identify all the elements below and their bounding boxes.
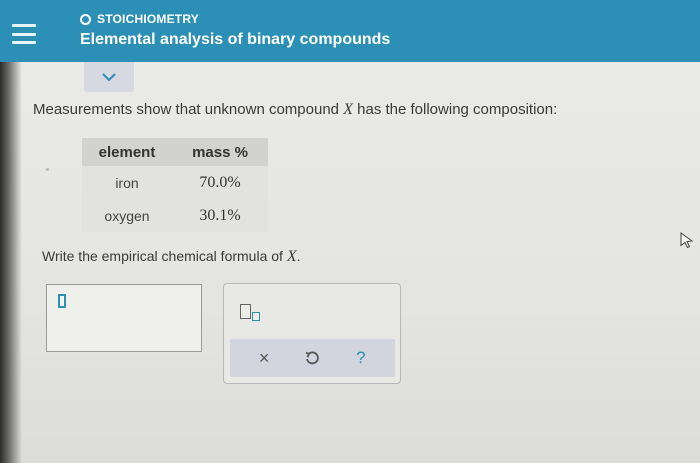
topic-text: STOICHIOMETRY <box>97 12 199 26</box>
help-icon: ? <box>356 348 366 367</box>
question-end: . <box>296 248 301 264</box>
collapse-button[interactable] <box>84 62 134 92</box>
undo-icon <box>306 351 320 365</box>
page-title: Elemental analysis of binary compounds <box>80 31 391 48</box>
menu-icon[interactable] <box>12 24 36 44</box>
column-header-element: element <box>82 138 172 166</box>
table-row: iron 70.0% <box>82 166 268 199</box>
subscript-box-icon[interactable] <box>240 302 268 324</box>
app-header: STOICHIOMETRY Elemental analysis of bina… <box>0 0 700 62</box>
chevron-down-icon <box>102 72 116 81</box>
composition-table: element mass % iron 70.0% oxygen 30.1% <box>82 138 268 232</box>
formula-tool-panel: × ? <box>223 283 401 384</box>
mass-cell: 30.1% <box>172 199 268 232</box>
element-cell: oxygen <box>82 199 172 232</box>
compound-variable: X <box>343 101 353 118</box>
mass-cell: 70.0% <box>172 166 268 199</box>
undo-button[interactable] <box>300 346 324 370</box>
decorative-dot <box>46 168 49 171</box>
circle-icon <box>80 13 91 25</box>
mouse-pointer-icon <box>680 232 694 248</box>
table-row: oxygen 30.1% <box>82 199 268 232</box>
action-bar: × ? <box>230 339 395 377</box>
help-button[interactable]: ? <box>349 346 373 370</box>
element-cell: iron <box>82 166 172 199</box>
compound-variable: X <box>286 248 297 265</box>
input-cursor-box <box>58 294 66 308</box>
screen-edge-shadow <box>0 62 22 463</box>
clear-button[interactable]: × <box>252 346 276 370</box>
column-header-mass: mass % <box>172 138 268 166</box>
intro-text: Measurements show that unknown compound <box>33 101 344 118</box>
question-text: Write the empirical chemical formula of … <box>42 248 301 266</box>
table-header-row: element mass % <box>82 138 268 166</box>
topic-label: STOICHIOMETRY <box>80 12 199 26</box>
answer-input[interactable] <box>46 284 202 352</box>
close-icon: × <box>258 347 270 368</box>
problem-intro: Measurements show that unknown compound … <box>33 101 557 119</box>
intro-text-end: has the following composition: <box>352 101 558 118</box>
question-body: Write the empirical chemical formula of <box>42 248 287 264</box>
